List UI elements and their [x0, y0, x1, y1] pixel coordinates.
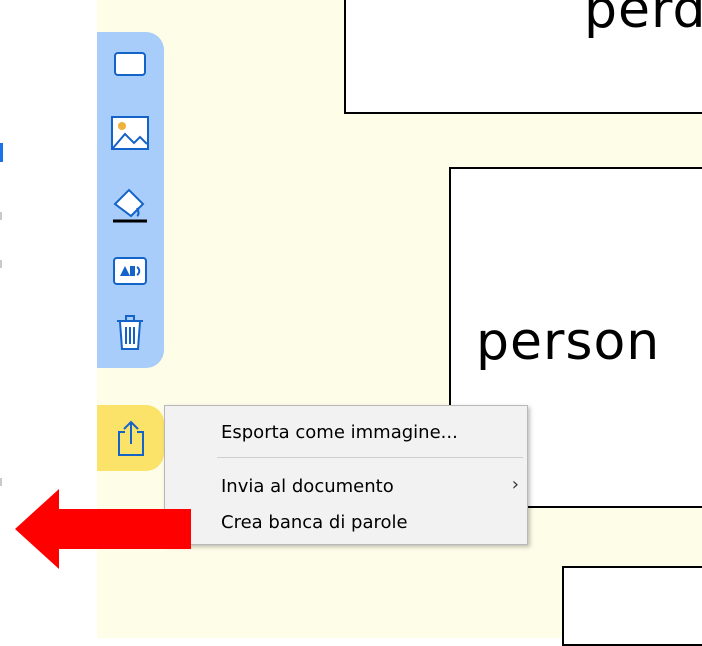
- menu-item-label: Esporta come immagine...: [221, 422, 458, 443]
- submenu-arrow-icon: ›: [511, 474, 519, 495]
- word-card[interactable]: perd: [344, 0, 702, 114]
- image-icon: [111, 116, 149, 150]
- card-word: perd: [584, 0, 702, 40]
- menu-item-label: Invia al documento: [221, 476, 394, 497]
- menu-item-send-to-document[interactable]: Invia al documento ›: [165, 470, 527, 504]
- fill-color-icon: [113, 188, 147, 223]
- text-to-speech-icon: [113, 257, 147, 285]
- word-card[interactable]: [562, 566, 702, 646]
- share-export-icon: [117, 420, 144, 456]
- menu-item-label: Crea banca di parole: [221, 512, 408, 533]
- red-arrow-icon: [15, 489, 191, 569]
- menu-item-create-word-bank[interactable]: Crea banca di parole: [165, 506, 527, 540]
- trash-icon: [117, 315, 143, 350]
- divider: [0, 478, 2, 486]
- delete-tool-button[interactable]: [107, 311, 153, 355]
- rectangle-tool-button[interactable]: [107, 42, 153, 86]
- divider: [0, 212, 2, 220]
- card-word: person: [476, 312, 661, 372]
- divider: [0, 260, 2, 268]
- rectangle-icon: [114, 52, 146, 76]
- export-context-menu: Esporta come immagine... Invia al docume…: [164, 405, 528, 545]
- selection-accent: [0, 143, 3, 162]
- menu-separator: [217, 457, 523, 458]
- speak-tool-button[interactable]: [107, 249, 153, 293]
- fill-color-tool-button[interactable]: [107, 182, 153, 226]
- card-toolbar: [97, 32, 164, 368]
- menu-item-export-image[interactable]: Esporta come immagine...: [165, 416, 527, 450]
- export-button[interactable]: [97, 405, 164, 471]
- image-tool-button[interactable]: [107, 111, 153, 155]
